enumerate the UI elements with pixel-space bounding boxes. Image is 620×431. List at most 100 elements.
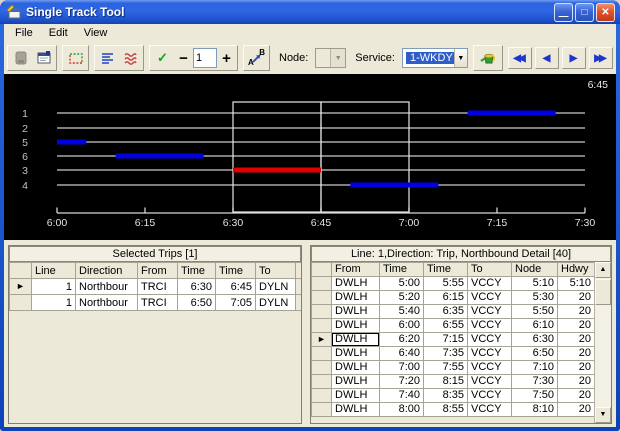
row-marker[interactable]: ► bbox=[9, 278, 32, 295]
row-marker[interactable] bbox=[311, 402, 332, 417]
cell[interactable]: 20 bbox=[557, 388, 595, 403]
cell[interactable]: 5:10 bbox=[557, 276, 595, 291]
column-header-from[interactable]: From bbox=[137, 262, 178, 279]
table-row[interactable]: DWLH 6:00 6:55 VCCY 6:10 20 bbox=[311, 318, 595, 333]
row-marker[interactable] bbox=[9, 294, 32, 311]
cell[interactable]: Northbour bbox=[75, 278, 138, 295]
nav-next-button[interactable]: ▶ bbox=[562, 47, 586, 69]
column-header-direction[interactable]: Direction bbox=[75, 262, 138, 279]
cell[interactable]: 7:00 bbox=[379, 360, 424, 375]
cell[interactable]: 6:50 bbox=[511, 346, 558, 361]
cell[interactable]: 6:30 bbox=[511, 332, 558, 347]
cell[interactable]: 5:20 bbox=[379, 290, 424, 305]
column-header-from[interactable]: From bbox=[331, 262, 380, 277]
apply-check-button[interactable]: ✓ bbox=[151, 47, 174, 69]
cell[interactable]: DWLH bbox=[331, 332, 380, 347]
cell[interactable]: 6:55 bbox=[423, 318, 468, 333]
cell[interactable]: VCCY bbox=[467, 360, 512, 375]
table-row[interactable]: DWLH 7:20 8:15 VCCY 7:30 20 bbox=[311, 374, 595, 389]
scroll-down-icon[interactable]: ▼ bbox=[595, 407, 611, 423]
cell[interactable]: VCCY bbox=[467, 304, 512, 319]
table-row[interactable]: DWLH 8:00 8:55 VCCY 8:10 20 bbox=[311, 402, 595, 417]
node-combobox[interactable]: ▼ bbox=[315, 48, 347, 68]
cell[interactable]: 6:40 bbox=[379, 346, 424, 361]
table-row[interactable]: DWLH 5:40 6:35 VCCY 5:50 20 bbox=[311, 304, 595, 319]
cell[interactable]: 8:15 bbox=[423, 374, 468, 389]
close-button[interactable]: ✕ bbox=[596, 2, 615, 22]
cell[interactable]: 6:10 bbox=[511, 318, 558, 333]
table-row[interactable]: DWLH 5:00 5:55 VCCY 5:10 5:10 bbox=[311, 276, 595, 291]
cell[interactable]: VCCY bbox=[467, 276, 512, 291]
cell[interactable]: DYLN bbox=[255, 278, 296, 295]
cell[interactable]: 7:50 bbox=[511, 388, 558, 403]
selected-trips-table[interactable]: Line Direction From Time Time To ► 1 Northbour TR… bbox=[9, 262, 301, 311]
cell[interactable]: VCCY bbox=[467, 318, 512, 333]
cell[interactable]: 20 bbox=[557, 360, 595, 375]
cell[interactable]: 20 bbox=[557, 304, 595, 319]
curved-lines-view-button[interactable] bbox=[119, 47, 142, 69]
select-region-button[interactable] bbox=[64, 47, 87, 69]
cell[interactable]: 7:15 bbox=[423, 332, 468, 347]
trip-detail-scrollbar[interactable]: ▲ ▼ bbox=[594, 262, 611, 423]
row-marker-header[interactable] bbox=[311, 262, 332, 277]
cell[interactable]: 5:30 bbox=[511, 290, 558, 305]
column-header-to[interactable]: To bbox=[255, 262, 296, 279]
properties-button[interactable] bbox=[32, 47, 55, 69]
menu-item-edit[interactable]: Edit bbox=[41, 26, 76, 40]
cell[interactable]: 6:45 bbox=[215, 278, 256, 295]
column-header-to[interactable]: To bbox=[467, 262, 512, 277]
cell[interactable]: 8:10 bbox=[511, 402, 558, 417]
cell[interactable]: 8:35 bbox=[423, 388, 468, 403]
nav-last-button[interactable]: ▶▶ bbox=[589, 47, 613, 69]
zoom-level-field[interactable] bbox=[193, 48, 217, 68]
cell[interactable]: 1 bbox=[31, 294, 76, 311]
column-header-node[interactable]: Node bbox=[511, 262, 558, 277]
cell[interactable]: 5:00 bbox=[379, 276, 424, 291]
refresh-service-button[interactable] bbox=[475, 47, 501, 69]
cell[interactable]: 20 bbox=[557, 402, 595, 417]
scroll-up-icon[interactable]: ▲ bbox=[595, 262, 611, 278]
train-diagram-chart[interactable]: 1 2 5 6 3 4 6:00 6:15 6:30 6:45 7:00 7:15 7:30 6:45 bbox=[4, 74, 616, 240]
zoom-in-button[interactable]: + bbox=[217, 47, 236, 69]
node-dropdown-arrow-icon[interactable]: ▼ bbox=[330, 49, 346, 67]
row-marker[interactable] bbox=[311, 290, 332, 305]
cell[interactable]: 5:10 bbox=[511, 276, 558, 291]
cell[interactable]: 6:50 bbox=[177, 294, 216, 311]
cell[interactable]: VCCY bbox=[467, 402, 512, 417]
cell[interactable]: DWLH bbox=[331, 276, 380, 291]
cell[interactable]: 7:30 bbox=[511, 374, 558, 389]
cell[interactable]: 7:35 bbox=[423, 346, 468, 361]
cell[interactable]: 7:20 bbox=[379, 374, 424, 389]
table-row[interactable]: DWLH 6:40 7:35 VCCY 6:50 20 bbox=[311, 346, 595, 361]
ab-path-button[interactable]: A B bbox=[245, 47, 268, 69]
cell[interactable]: TRCI bbox=[137, 294, 178, 311]
cell[interactable]: 8:00 bbox=[379, 402, 424, 417]
cell[interactable]: 6:20 bbox=[379, 332, 424, 347]
cell[interactable]: DWLH bbox=[331, 374, 380, 389]
trip-detail-table[interactable]: From Time Time To Node Hdwy DWLH 5:00 5:55 VCCY 5:… bbox=[311, 262, 595, 417]
row-marker[interactable] bbox=[311, 346, 332, 361]
cell[interactable]: DWLH bbox=[331, 388, 380, 403]
menu-item-view[interactable]: View bbox=[76, 26, 116, 40]
cell[interactable]: DWLH bbox=[331, 290, 380, 305]
cell[interactable]: 7:10 bbox=[511, 360, 558, 375]
table-row[interactable]: DWLH 5:20 6:15 VCCY 5:30 20 bbox=[311, 290, 595, 305]
cell[interactable]: 6:35 bbox=[423, 304, 468, 319]
column-header-time[interactable]: Time bbox=[379, 262, 424, 277]
cell[interactable]: 20 bbox=[557, 332, 595, 347]
minimize-button[interactable]: — bbox=[554, 2, 573, 22]
cell[interactable]: 1 bbox=[31, 278, 76, 295]
row-marker-header[interactable] bbox=[9, 262, 32, 279]
cell[interactable]: 5:55 bbox=[423, 276, 468, 291]
cell[interactable]: DWLH bbox=[331, 346, 380, 361]
cell[interactable]: 6:15 bbox=[423, 290, 468, 305]
cell[interactable]: VCCY bbox=[467, 290, 512, 305]
row-marker[interactable]: ► bbox=[311, 332, 332, 347]
zoom-out-button[interactable]: − bbox=[174, 47, 193, 69]
cell[interactable]: Northbour bbox=[75, 294, 138, 311]
column-header-time[interactable]: Time bbox=[215, 262, 256, 279]
title-bar[interactable]: Single Track Tool — □ ✕ bbox=[0, 0, 620, 24]
column-header-hdwy[interactable]: Hdwy bbox=[557, 262, 595, 277]
row-marker[interactable] bbox=[311, 360, 332, 375]
cell[interactable]: 6:00 bbox=[379, 318, 424, 333]
